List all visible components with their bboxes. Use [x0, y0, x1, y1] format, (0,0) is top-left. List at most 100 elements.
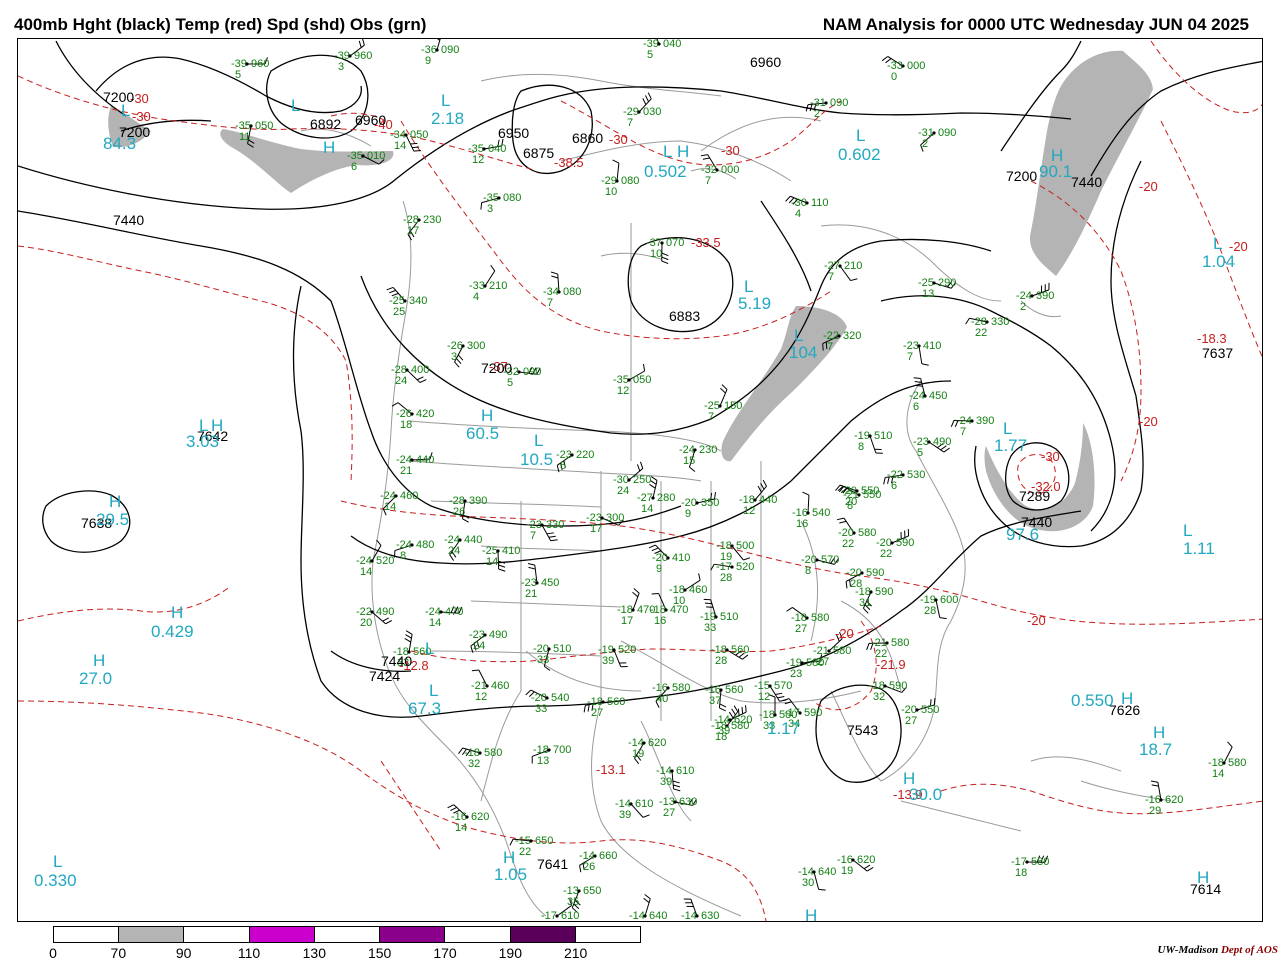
obs-height: 590	[896, 537, 914, 549]
temperature-label: -30	[132, 109, 151, 124]
obs-height: 560	[731, 644, 749, 656]
wind-barb-flag	[720, 388, 725, 393]
obs-height: 530	[907, 469, 925, 481]
obs-height: 230	[423, 214, 441, 226]
wind-barb-flag	[386, 620, 392, 623]
high-low-marker: H	[109, 492, 121, 511]
wind-barb-flag	[405, 635, 411, 639]
station-dot	[405, 368, 408, 371]
station-obs: -2452014	[356, 555, 394, 578]
obs-dewpoint-depression: 37	[709, 695, 721, 707]
wind-barb-flag	[673, 785, 680, 787]
station-obs: -2423015	[679, 444, 717, 467]
wind-barb-flag	[722, 385, 727, 390]
obs-height: 510	[553, 643, 571, 655]
station-dot	[970, 419, 973, 422]
temp-contour-m10-pacific	[18, 586, 231, 621]
high-low-marker: H	[323, 138, 335, 157]
obs-dewpoint-depression: 6	[351, 161, 357, 173]
wind-barb-flag	[699, 573, 700, 580]
wind-speed-colorbar	[53, 926, 641, 943]
wind-barb-flag	[746, 705, 747, 712]
obs-dewpoint-depression: 5	[507, 377, 513, 389]
station-obs: -14640	[629, 910, 667, 922]
obs-dewpoint-depression: 22	[842, 538, 854, 550]
obs-dewpoint-depression: 5	[647, 49, 653, 61]
station-dot	[901, 64, 904, 67]
temperature-label: -13.1	[596, 762, 626, 777]
station-obs: -1856028	[711, 644, 749, 667]
obs-dewpoint-depression: 4	[473, 291, 479, 303]
station-obs: -330000	[887, 60, 925, 83]
obs-height: 010	[367, 150, 385, 162]
station-dot	[417, 218, 420, 221]
obs-height: 030	[643, 106, 661, 118]
station-dot	[540, 523, 543, 526]
station-dot	[695, 501, 698, 504]
station-dot	[1159, 798, 1162, 801]
wind-barb-flag	[459, 748, 463, 754]
station-dot	[985, 320, 988, 323]
wind-barb-flag	[649, 545, 655, 548]
high-low-marker: L	[441, 91, 450, 110]
obs-dewpoint-depression: 39	[602, 655, 614, 667]
wind-barb-flag	[417, 377, 423, 380]
temperature-label: -20	[1027, 613, 1046, 628]
wind-barb-shaft	[617, 163, 619, 181]
station-dot	[370, 610, 373, 613]
height-label: 6950	[498, 125, 529, 141]
speed-label: 0.502	[644, 162, 687, 181]
obs-height: 040	[488, 143, 506, 155]
wind-barb-flag	[648, 93, 651, 99]
obs-dewpoint-depression: 14	[429, 617, 441, 629]
station-obs: -204109	[652, 552, 690, 575]
wind-barb-flag	[551, 272, 558, 274]
height-label: 7637	[1202, 345, 1233, 361]
height-label: 7200	[1006, 168, 1037, 184]
obs-height: 590	[866, 567, 884, 579]
obs-height: 630	[679, 796, 697, 808]
obs-dewpoint-depression: 7	[705, 175, 711, 187]
station-dot	[805, 201, 808, 204]
obs-height: 080	[503, 192, 521, 204]
obs-dewpoint-depression: 14	[486, 556, 498, 568]
obs-dewpoint-depression: 24	[617, 485, 629, 497]
high-low-marker: H	[677, 142, 689, 161]
height-label: 6960	[355, 112, 386, 128]
obs-height: 640	[649, 910, 667, 922]
obs-height: 610	[676, 765, 694, 777]
obs-dewpoint-depression: 14	[384, 501, 396, 513]
obs-height: 620	[1165, 794, 1183, 806]
map-title: 400mb Hght (black) Temp (red) Spd (shd) …	[14, 15, 426, 35]
obs-height: 580	[484, 747, 502, 759]
speed-label: 84.3	[103, 134, 136, 153]
obs-height: 650	[583, 885, 601, 897]
speed-label: 67.3	[408, 699, 441, 718]
obs-height: 440	[464, 534, 482, 546]
credit-org: UW-Madison	[1157, 944, 1218, 956]
station-obs: -243907	[956, 415, 994, 438]
station-dot	[683, 588, 686, 591]
wind-barb-flag	[580, 865, 581, 872]
station-obs: -1462019	[628, 737, 666, 760]
station-dot	[714, 615, 717, 618]
obs-height: 560	[725, 684, 743, 696]
station-obs: -350803	[483, 192, 521, 215]
wind-barb-flag	[547, 533, 554, 534]
obs-height: 400	[411, 364, 429, 376]
wind-barb-flag	[966, 318, 970, 324]
station-obs: -232205	[556, 449, 594, 472]
obs-height: 460	[491, 680, 509, 692]
obs-height: 470	[637, 604, 655, 616]
speed-label: 2.18	[431, 109, 464, 128]
obs-height: 460	[400, 490, 418, 502]
obs-dewpoint-depression: 17	[590, 523, 602, 535]
high-low-marker: L	[744, 277, 753, 296]
wind-barb-flag	[674, 789, 681, 791]
station-obs: -2054033	[531, 692, 569, 715]
obs-height: 630	[701, 910, 719, 922]
obs-dewpoint-depression: 7	[627, 117, 633, 129]
obs-dewpoint-depression: 33	[704, 622, 716, 634]
obs-dewpoint-depression: 3	[451, 351, 457, 363]
obs-height: 500	[736, 540, 754, 552]
